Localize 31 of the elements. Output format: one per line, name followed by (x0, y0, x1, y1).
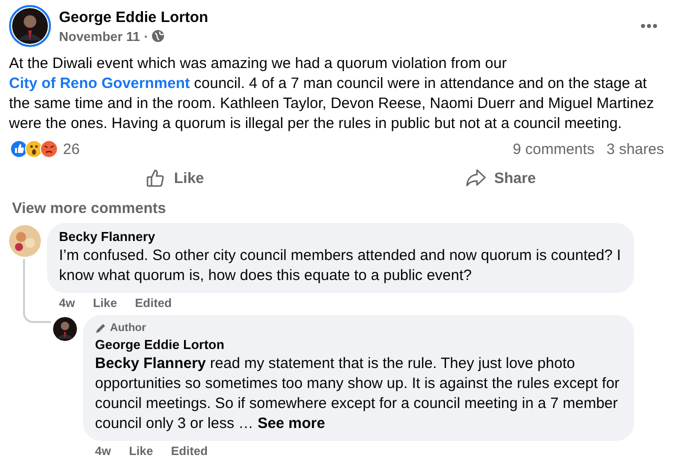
more-options-icon[interactable] (641, 24, 657, 28)
post-text: At the Diwali event which was amazing we had a quorum violation from our City of Reno Government council. 4 of a 7 man council were in attendance and on the stage at the same time and in the room. Kathleen Taylor, Devon Reese, Naomi Duerr and Miguel Martinez were the ones. Having a quorum is illegal per the rules in public but not at a council meeting. (8, 54, 656, 134)
comment-time: 4w (95, 444, 112, 458)
share-button[interactable]: Share (338, 162, 664, 194)
like-link[interactable]: Like (129, 444, 154, 458)
view-more-comments-link[interactable]: View more comments (12, 200, 676, 217)
post-date[interactable]: November 11 (59, 28, 140, 44)
comment-text: I’m confused. So other city council members attended and now quorum is counted? I know what quorum is, how does this equate to a public event? (59, 246, 622, 286)
author-name[interactable]: George Eddie Lorton (59, 8, 633, 26)
author-avatar[interactable] (12, 8, 48, 44)
comment-time: 4w (59, 296, 76, 310)
commenter-name[interactable]: George Eddie Lorton (95, 337, 622, 353)
separator-dot: · (144, 28, 148, 44)
reaction-count[interactable]: 26 (63, 140, 501, 158)
edited-label: Edited (135, 296, 172, 310)
pencil-icon (95, 322, 107, 334)
share-arrow-icon (466, 168, 486, 188)
globe-icon (152, 30, 164, 42)
like-link[interactable]: Like (93, 296, 118, 310)
page-link[interactable]: City of Reno Government (9, 75, 190, 92)
like-button[interactable]: Like (12, 162, 338, 194)
commenter-name[interactable]: Becky Flannery (59, 229, 622, 245)
share-count[interactable]: 3 shares (606, 140, 664, 158)
see-more-link[interactable]: See more (258, 415, 326, 432)
comment-text: Becky Flannery read my statement that is the rule. They just love photo opportunities so sometimes too many show up. It is against the rules except for council meetings. So if somewhere except for a council meeting in a 7 member council only 3 or less … See more (95, 354, 620, 434)
thumbs-up-icon (146, 168, 166, 188)
comment-count[interactable]: 9 comments (512, 140, 594, 158)
edited-label: Edited (171, 444, 208, 458)
angry-reaction-icon (40, 140, 58, 158)
badge-label: Author (110, 322, 146, 334)
commenter-avatar[interactable] (53, 317, 77, 341)
